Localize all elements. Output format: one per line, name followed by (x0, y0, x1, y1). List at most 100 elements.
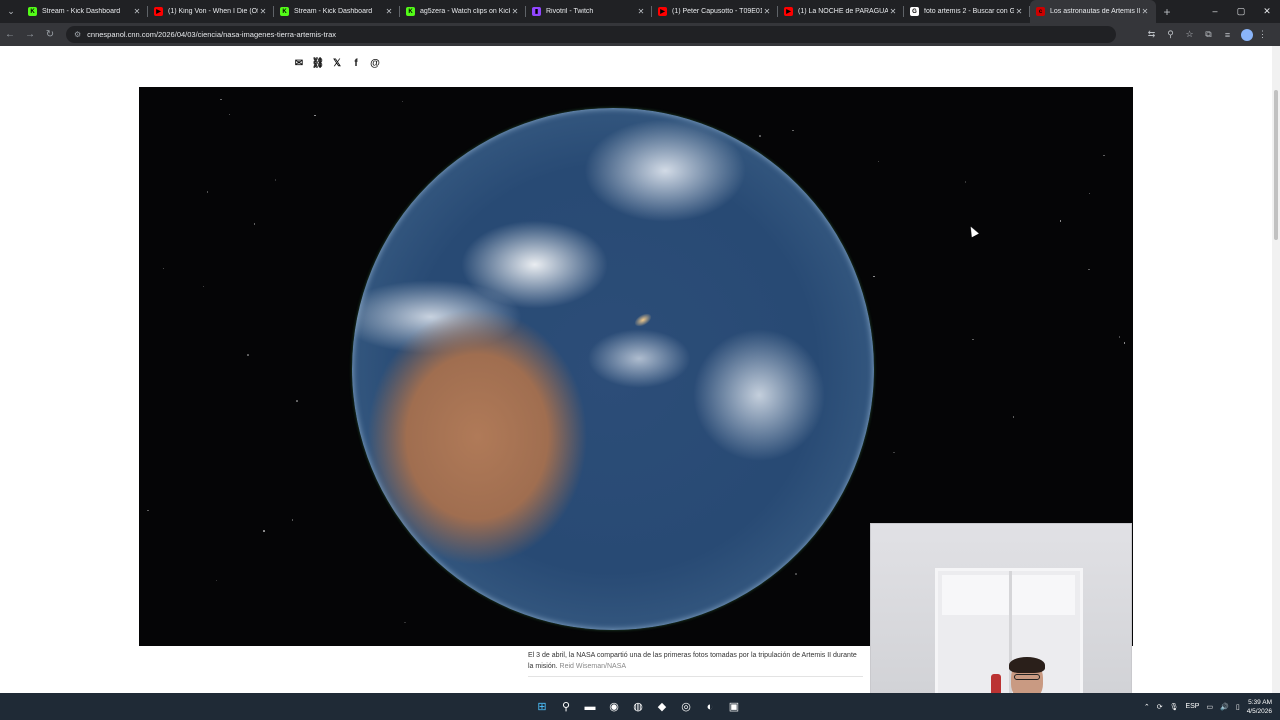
discord-icon[interactable]: ◎ (677, 698, 695, 716)
tab-title: foto artemis 2 - Buscar con Go (924, 8, 1014, 15)
close-tab-icon[interactable]: ✕ (762, 7, 772, 16)
browser-tab[interactable]: K Stream - Kick Dashboard ✕ (274, 0, 400, 23)
search-icon[interactable]: ⚲ (557, 698, 575, 716)
forward-button[interactable]: → (20, 29, 40, 40)
browser-tab[interactable]: Kag5zera - Watch clips on Kick ✕ (400, 0, 526, 23)
maximize-button[interactable]: ▢ (1228, 6, 1254, 17)
google-icon: G (910, 7, 919, 16)
chrome-icon[interactable]: ◉ (605, 698, 623, 716)
tray-chevron-icon[interactable]: ⌃ (1144, 703, 1150, 711)
clock[interactable]: 5:39 AM 4/5/2026 (1247, 698, 1272, 716)
obs-icon[interactable]: ◐ (701, 698, 719, 716)
clock-time: 5:39 AM (1248, 698, 1272, 706)
link-icon[interactable]: ⛓ (312, 57, 325, 69)
webcam-overlay (870, 523, 1132, 720)
chrome-alt-icon[interactable]: ◍ (629, 698, 647, 716)
image-caption: El 3 de abril, la NASA compartió una de … (528, 650, 863, 672)
tab-search-icon[interactable]: ≡ (1218, 30, 1237, 40)
site-info-icon[interactable]: ⚙ (74, 30, 81, 39)
browser-tab[interactable]: ▮ Rivotril - Twitch ✕ (526, 0, 652, 23)
language-indicator[interactable]: ESP (1185, 703, 1199, 710)
translate-icon[interactable]: ⇆ (1142, 29, 1161, 40)
browser-tab[interactable]: ▶ (1) Peter Capusotto - T09E01 ✕ (652, 0, 778, 23)
star-dot (263, 530, 265, 532)
back-button[interactable]: ← (0, 29, 20, 40)
tab-title: ag5zera - Watch clips on Kick (420, 8, 510, 15)
profile-avatar[interactable] (1241, 28, 1253, 41)
star-dot (228, 113, 231, 116)
red-app-icon[interactable]: ◆ (653, 698, 671, 716)
x-icon[interactable]: 𝕏 (331, 57, 343, 69)
media-icon[interactable]: ▣ (725, 698, 743, 716)
tab-title: (1) Peter Capusotto - T09E01 (672, 8, 762, 15)
star-dot (1118, 336, 1121, 338)
window-controls: – ▢ ✕ (1202, 6, 1280, 17)
menu-icon[interactable]: ⋮ (1253, 29, 1272, 40)
tab-title: (1) King Von - When I Die (Offi (168, 8, 258, 15)
battery-icon[interactable]: ▯ (1236, 703, 1240, 711)
browser-tab[interactable]: ▶ (1) La NOCHE de PARAGUAY - ✕ (778, 0, 904, 23)
star-dot (401, 100, 404, 103)
kick-icon: K (280, 7, 289, 16)
close-tab-icon[interactable]: ✕ (384, 7, 394, 16)
tab-search-icon[interactable]: ⌄ (0, 0, 22, 23)
close-tab-icon[interactable]: ✕ (1140, 7, 1150, 16)
star-dot (972, 338, 974, 341)
reload-button[interactable]: ↻ (40, 29, 60, 40)
tab-title: Los astronautas de Artemis II (1050, 8, 1140, 15)
star-dot (202, 285, 205, 288)
threads-icon[interactable]: @ (369, 57, 381, 69)
browser-tab[interactable]: K Stream - Kick Dashboard ✕ (22, 0, 148, 23)
minimize-button[interactable]: – (1202, 6, 1228, 17)
close-tab-icon[interactable]: ✕ (1014, 7, 1024, 16)
browser-tab[interactable]: ▶ (1) King Von - When I Die (Offi ✕ (148, 0, 274, 23)
youtube-icon: ▶ (154, 7, 163, 16)
close-tab-icon[interactable]: ✕ (258, 7, 268, 16)
sync-icon[interactable]: ⟳ (1157, 703, 1163, 711)
tab-title: Rivotril - Twitch (546, 8, 594, 15)
browser-toolbar: ← → ↻ ⚙ cnnespanol.cnn.com/2026/04/03/ci… (0, 23, 1280, 46)
close-tab-icon[interactable]: ✕ (888, 7, 898, 16)
tab-strip: ⌄ K Stream - Kick Dashboard ✕ ▶ (1) King Von… (0, 0, 1280, 23)
close-window-button[interactable]: ✕ (1254, 6, 1280, 17)
star-dot (877, 160, 880, 163)
volume-icon[interactable]: 🔊 (1220, 703, 1229, 711)
star-dot (147, 509, 149, 512)
email-icon[interactable]: ✉ (293, 57, 305, 69)
star-dot (220, 98, 222, 101)
star-dot (1059, 220, 1062, 222)
bookmark-star-icon[interactable]: ☆ (1180, 29, 1199, 40)
scrollbar-thumb[interactable] (1274, 90, 1278, 240)
star-dot (1012, 416, 1015, 418)
browser-tab[interactable]: c Los astronautas de Artemis II ✕ (1030, 0, 1156, 23)
file-explorer-icon[interactable]: ▬ (581, 698, 599, 716)
close-tab-icon[interactable]: ✕ (636, 7, 646, 16)
windows-start-icon[interactable]: ⊞ (533, 698, 551, 716)
star-dot (253, 223, 256, 225)
tab-title: (1) La NOCHE de PARAGUAY - (798, 8, 888, 15)
mic-icon[interactable]: 🎙 (1170, 703, 1179, 711)
facebook-icon[interactable]: f (350, 57, 362, 69)
star-dot (206, 191, 209, 193)
star-dot (759, 135, 761, 137)
star-dot (1103, 154, 1105, 156)
address-bar[interactable]: ⚙ cnnespanol.cnn.com/2026/04/03/ciencia/… (66, 26, 1116, 43)
caption-divider (528, 676, 863, 677)
extensions-icon[interactable]: ⧉ (1199, 29, 1218, 40)
star-dot (274, 179, 277, 181)
network-icon[interactable]: ▭ (1206, 703, 1213, 711)
close-tab-icon[interactable]: ✕ (510, 7, 520, 16)
star-dot (162, 267, 165, 270)
tab-title: Stream - Kick Dashboard (42, 8, 121, 15)
star-dot (215, 579, 218, 582)
earth-photo (352, 108, 874, 630)
streamer-glasses (1014, 674, 1040, 680)
browser-tab[interactable]: Gfoto artemis 2 - Buscar con Go ✕ (904, 0, 1030, 23)
new-tab-button[interactable]: + (1156, 5, 1178, 19)
star-dot (792, 129, 794, 132)
zoom-icon[interactable]: ⚲ (1161, 29, 1180, 40)
star-dot (296, 400, 298, 402)
page-scrollbar[interactable] (1272, 46, 1280, 693)
star-dot (291, 519, 294, 521)
close-tab-icon[interactable]: ✕ (132, 7, 142, 16)
